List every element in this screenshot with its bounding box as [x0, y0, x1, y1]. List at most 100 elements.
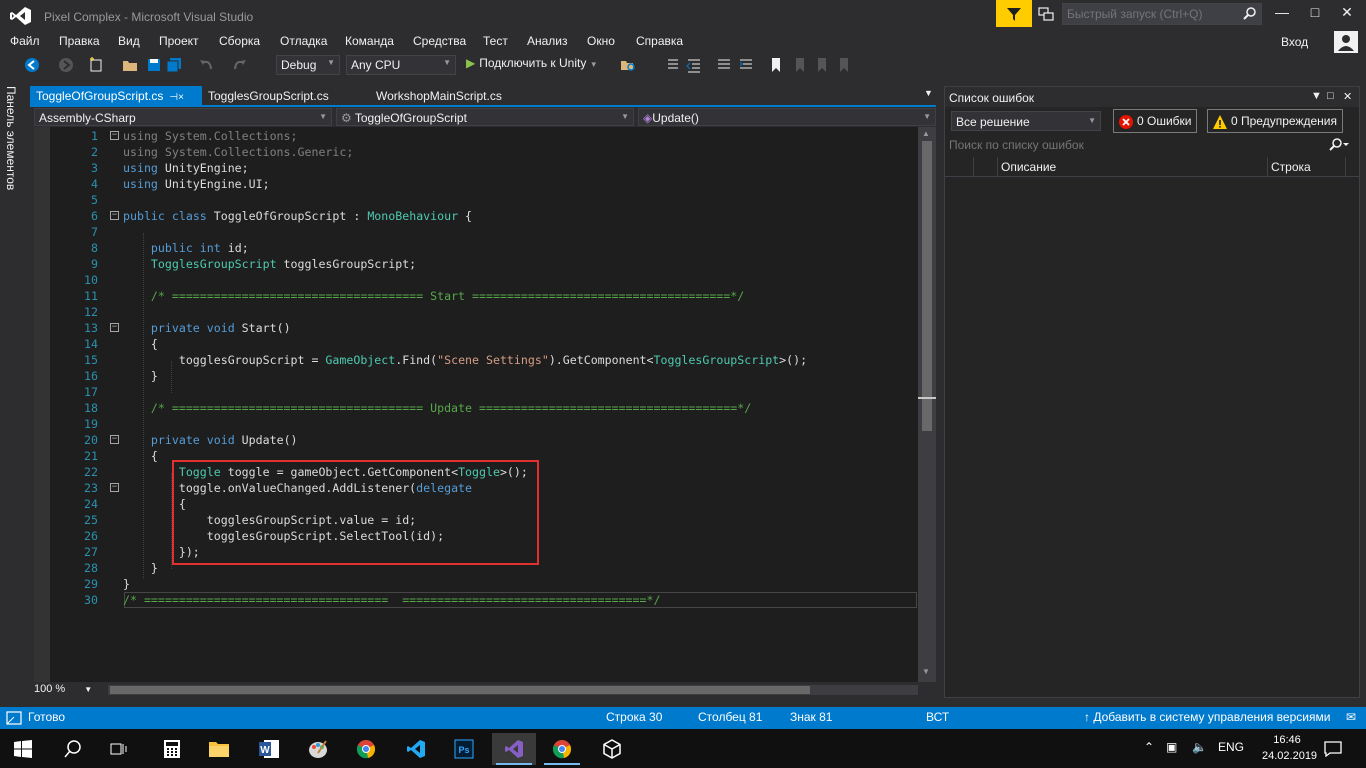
taskbar-clock[interactable]: 16:46 24.02.2019 [1262, 732, 1317, 764]
menu-test[interactable]: Тест [483, 34, 508, 48]
quick-launch-input[interactable] [1063, 4, 1239, 24]
menu-analyze[interactable]: Анализ [527, 34, 568, 48]
code-line[interactable]: 9 TogglesGroupScript togglesGroupScript; [50, 256, 918, 272]
notifications-icon[interactable]: ✉ [1346, 710, 1356, 724]
code-line[interactable]: 5 [50, 192, 918, 208]
class-select[interactable]: ⚙ ToggleOfGroupScript ▼ [336, 108, 634, 126]
undo-icon[interactable] [198, 57, 214, 73]
menu-tools[interactable]: Средства [413, 34, 466, 48]
code-line[interactable]: 29} [50, 576, 918, 592]
error-search-input[interactable] [949, 137, 1329, 153]
scroll-down-icon[interactable]: ▼ [922, 667, 930, 676]
solution-platform-select[interactable]: Any CPU ▼ [346, 55, 456, 75]
minimize-button[interactable]: — [1270, 4, 1294, 24]
quick-launch-box[interactable] [1062, 3, 1262, 25]
search-icon[interactable] [64, 740, 82, 758]
menu-file[interactable]: Файл [10, 34, 40, 48]
code-line[interactable]: 6 − public class ToggleOfGroupScript : Mon… [50, 208, 918, 224]
collapse-icon[interactable]: − [110, 435, 119, 444]
forward-icon[interactable] [58, 57, 74, 73]
taskbar-unity[interactable] [590, 733, 634, 765]
menu-team[interactable]: Команда [345, 34, 394, 48]
previous-bookmark-icon[interactable] [792, 57, 808, 73]
code-line[interactable]: 17 [50, 384, 918, 400]
pin-icon[interactable]: □ [1327, 90, 1334, 102]
open-folder-icon[interactable] [122, 57, 138, 73]
network-icon[interactable]: ▣ [1166, 740, 1177, 754]
error-list-search[interactable] [945, 135, 1359, 155]
code-line[interactable]: 2 using System.Collections.Generic; [50, 144, 918, 160]
solution-configuration-select[interactable]: Debug ▼ [276, 55, 340, 75]
code-line[interactable]: 1 − using System.Collections; [50, 128, 918, 144]
menu-build[interactable]: Сборка [219, 34, 260, 48]
menu-project[interactable]: Проект [159, 34, 199, 48]
code-line[interactable]: 13 − private void Start() [50, 320, 918, 336]
search-icon[interactable] [1329, 138, 1349, 152]
scroll-thumb[interactable] [110, 686, 810, 694]
menu-debug[interactable]: Отладка [280, 34, 327, 48]
scroll-up-icon[interactable]: ▲ [922, 129, 930, 138]
collapse-icon[interactable]: − [110, 323, 119, 332]
uncomment-lines-icon[interactable] [738, 57, 754, 73]
code-line[interactable]: 18 /* ==================================… [50, 400, 918, 416]
code-line[interactable]: 20 − private void Update() [50, 432, 918, 448]
close-icon[interactable]: ✕ [1343, 90, 1352, 103]
collapse-icon[interactable]: − [110, 211, 119, 220]
source-control-button[interactable]: ↑ Добавить в систему управления версиями [1084, 710, 1330, 724]
maximize-button[interactable]: □ [1303, 4, 1327, 24]
next-bookmark-icon[interactable] [814, 57, 830, 73]
code-line[interactable]: 30 /* ===================================… [50, 592, 918, 608]
warnings-filter-button[interactable]: 0 Предупреждения [1207, 109, 1343, 133]
back-icon[interactable] [24, 57, 40, 73]
toolbox-side-tab[interactable]: Панель элементов [0, 80, 24, 205]
find-in-files-icon[interactable] [620, 57, 636, 73]
taskbar-vscode[interactable] [394, 733, 438, 765]
action-center-icon[interactable] [1324, 741, 1342, 757]
feedback-icon[interactable] [1038, 6, 1054, 22]
taskbar-word[interactable]: W [246, 733, 290, 765]
step-into-icon[interactable] [666, 57, 682, 73]
code-line[interactable]: 3 using UnityEngine; [50, 160, 918, 176]
bookmark-icon[interactable] [768, 57, 784, 73]
zoom-select[interactable]: 100 % ▼ [34, 683, 92, 695]
tab-toggleofgroupscript[interactable]: ToggleOfGroupScript.cs ⊣× [30, 86, 202, 106]
code-line[interactable]: 19 [50, 416, 918, 432]
decrease-indent-icon[interactable] [686, 57, 702, 73]
error-scope-select[interactable]: Все решение ▼ [951, 111, 1101, 131]
tabs-overflow-icon[interactable]: ▼ [924, 88, 933, 98]
save-all-icon[interactable] [166, 57, 182, 73]
taskbar-visual-studio[interactable] [492, 733, 536, 765]
code-line[interactable]: 8 public int id; [50, 240, 918, 256]
redo-icon[interactable] [232, 57, 248, 73]
code-line[interactable]: 15 togglesGroupScript = GameObject.Find(… [50, 352, 918, 368]
collapse-icon[interactable]: − [110, 483, 119, 492]
code-line[interactable]: 12 [50, 304, 918, 320]
errors-filter-button[interactable]: 0 Ошибки [1113, 109, 1197, 133]
taskbar-chrome[interactable] [344, 733, 388, 765]
code-line[interactable]: 16 } [50, 368, 918, 384]
tab-workshopmainscript[interactable]: WorkshopMainScript.cs [370, 86, 540, 106]
collapse-icon[interactable]: − [110, 131, 119, 140]
code-line[interactable]: 11 /* ==================================… [50, 288, 918, 304]
notification-filter-button[interactable] [996, 0, 1032, 27]
clear-bookmarks-icon[interactable] [836, 57, 852, 73]
column-description[interactable]: Описание [1001, 160, 1056, 174]
attach-to-unity-button[interactable]: ▶ Подключить к Unity ▼ [466, 56, 598, 70]
new-project-icon[interactable] [88, 57, 104, 73]
panel-options-icon[interactable]: ▼ [1311, 90, 1322, 102]
indicator-margin[interactable] [34, 127, 50, 682]
sign-in-link[interactable]: Вход [1281, 35, 1308, 49]
account-icon[interactable] [1334, 31, 1358, 53]
menu-help[interactable]: Справка [636, 34, 683, 48]
code-area[interactable]: 1− using System.Collections; 2 using System… [50, 127, 918, 682]
menu-window[interactable]: Окно [587, 34, 615, 48]
code-line[interactable]: 7 [50, 224, 918, 240]
pin-close-icon[interactable]: ⊣× [169, 92, 184, 103]
scroll-thumb[interactable] [922, 141, 932, 431]
close-button[interactable]: ✕ [1335, 4, 1359, 24]
task-view-icon[interactable] [110, 740, 128, 758]
code-line[interactable]: 14 { [50, 336, 918, 352]
horizontal-scrollbar[interactable] [108, 685, 918, 695]
code-editor[interactable]: 1− using System.Collections; 2 using System… [34, 127, 936, 682]
column-line[interactable]: Строка [1271, 160, 1311, 174]
